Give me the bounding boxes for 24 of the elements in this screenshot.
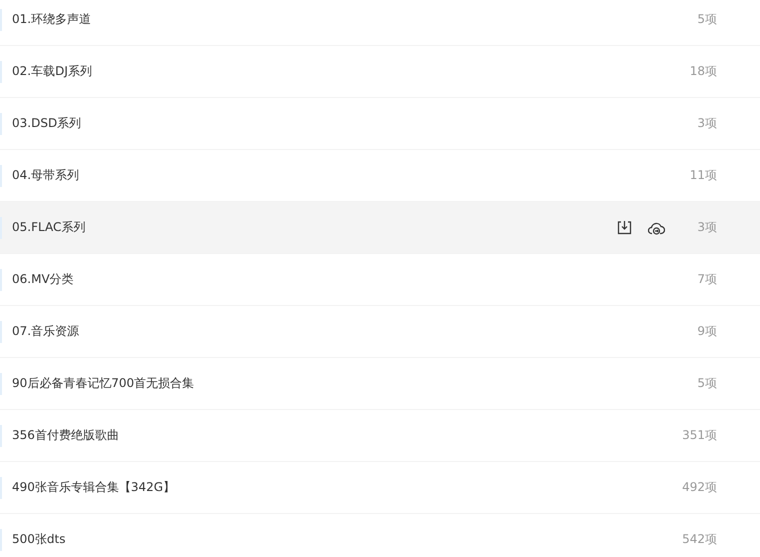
item-count: 3项 (696, 115, 717, 132)
item-count: 542项 (682, 531, 717, 548)
download-icon[interactable] (615, 218, 633, 236)
item-count: 492项 (682, 479, 717, 496)
folder-name: 04.母带系列 (12, 167, 80, 184)
item-count: 351项 (682, 427, 717, 444)
item-count: 5项 (696, 11, 717, 28)
folder-name: 03.DSD系列 (12, 115, 82, 132)
folder-name: 02.车载DJ系列 (12, 63, 93, 80)
item-count: 11项 (688, 167, 717, 184)
folder-name: 01.环绕多声道 (12, 11, 92, 28)
folder-name: 06.MV分类 (12, 271, 75, 288)
folder-name: 07.音乐资源 (12, 323, 80, 340)
item-count: 9项 (696, 323, 717, 340)
item-count: 5项 (696, 375, 717, 392)
folder-name: 90后必备青春记忆700首无损合集 (12, 375, 196, 392)
item-count: 18项 (688, 63, 717, 80)
item-count: 3项 (696, 219, 717, 236)
folder-name: 500张dts (12, 531, 66, 548)
item-count: 7项 (696, 271, 717, 288)
folder-name: 490张音乐专辑合集【342G】 (12, 479, 176, 496)
folder-name: 356首付费绝版歌曲 (12, 427, 120, 444)
folder-name: 05.FLAC系列 (12, 219, 86, 236)
folder-row[interactable]: 05.FLAC系列 3项 (0, 202, 760, 254)
